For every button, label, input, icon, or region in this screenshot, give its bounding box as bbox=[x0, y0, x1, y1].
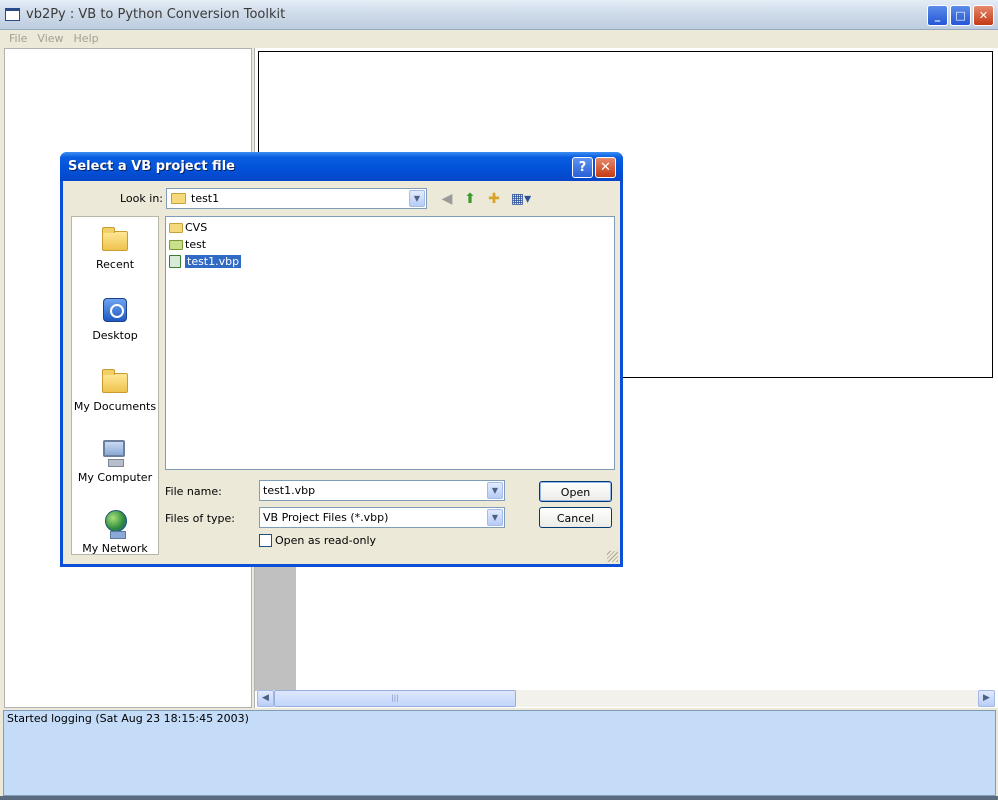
log-line: Started logging (Sat Aug 23 18:15:45 200… bbox=[7, 712, 249, 725]
my-network-icon bbox=[105, 510, 127, 539]
back-icon[interactable]: ◀ bbox=[437, 190, 457, 208]
look-in-dropdown[interactable]: test1 ▼ bbox=[166, 188, 427, 209]
menu-bar: File View Help bbox=[0, 30, 998, 48]
recent-folder-icon bbox=[102, 227, 128, 251]
place-my-computer[interactable]: My Computer bbox=[72, 438, 158, 484]
app-title: vb2Py : VB to Python Conversion Toolkit bbox=[26, 7, 286, 22]
resize-grip[interactable] bbox=[607, 551, 618, 562]
files-of-type-value: VB Project Files (*.vbp) bbox=[263, 511, 389, 524]
place-recent[interactable]: Recent bbox=[72, 225, 158, 271]
horizontal-scrollbar[interactable]: ◀ ||| ▶ bbox=[257, 690, 995, 707]
place-my-network[interactable]: My Network bbox=[72, 509, 158, 555]
file-name: test1.vbp bbox=[185, 255, 242, 268]
line-gutter bbox=[255, 563, 296, 691]
look-in-value: test1 bbox=[191, 192, 220, 205]
app-titlebar[interactable]: vb2Py : VB to Python Conversion Toolkit … bbox=[0, 0, 998, 30]
files-of-type-label: Files of type: bbox=[165, 512, 236, 525]
place-label: My Documents bbox=[73, 400, 157, 413]
menu-file[interactable]: File bbox=[0, 30, 32, 47]
dialog-titlebar[interactable]: Select a VB project file ? ✕ bbox=[60, 152, 623, 181]
up-folder-icon[interactable]: ⬆ bbox=[460, 190, 480, 208]
scroll-thumb[interactable]: ||| bbox=[274, 690, 516, 707]
new-folder-icon[interactable]: ✚ bbox=[484, 190, 504, 208]
read-only-label: Open as read-only bbox=[275, 534, 377, 547]
folder-icon bbox=[169, 240, 183, 250]
close-button[interactable]: ✕ bbox=[973, 5, 994, 26]
my-computer-icon bbox=[103, 440, 125, 467]
file-name-value: test1.vbp bbox=[263, 484, 316, 497]
chevron-down-icon[interactable]: ▼ bbox=[487, 482, 503, 499]
maximize-button[interactable]: □ bbox=[950, 5, 971, 26]
place-label: My Computer bbox=[77, 471, 153, 484]
folder-icon bbox=[169, 223, 183, 233]
dialog-close-button[interactable]: ✕ bbox=[595, 157, 616, 178]
taskbar-edge bbox=[0, 796, 998, 800]
place-label: Recent bbox=[95, 258, 135, 271]
read-only-checkbox[interactable] bbox=[259, 534, 272, 547]
vb-project-file-icon bbox=[169, 255, 181, 268]
file-item-test[interactable]: test bbox=[168, 237, 206, 253]
file-name-label: File name: bbox=[165, 485, 222, 498]
dialog-title: Select a VB project file bbox=[68, 159, 235, 174]
folder-icon bbox=[171, 193, 186, 204]
chevron-down-icon[interactable]: ▼ bbox=[487, 509, 503, 526]
help-button[interactable]: ? bbox=[572, 157, 593, 178]
desktop-icon bbox=[103, 298, 127, 322]
file-item-cvs[interactable]: CVS bbox=[168, 220, 207, 236]
files-of-type-dropdown[interactable]: VB Project Files (*.vbp) ▼ bbox=[259, 507, 505, 528]
file-name: test bbox=[185, 238, 207, 251]
place-my-documents[interactable]: My Documents bbox=[72, 367, 158, 413]
scroll-right-button[interactable]: ▶ bbox=[978, 690, 995, 707]
menu-view[interactable]: View bbox=[32, 30, 68, 47]
app-window-icon bbox=[5, 8, 20, 21]
place-label: Desktop bbox=[92, 329, 138, 342]
minimize-button[interactable]: _ bbox=[927, 5, 948, 26]
view-menu-icon[interactable]: ▦▾ bbox=[508, 190, 534, 208]
place-label: My Network bbox=[82, 542, 148, 555]
file-name-field[interactable]: test1.vbp ▼ bbox=[259, 480, 505, 501]
places-bar: Recent Desktop My Documents My Computer … bbox=[71, 216, 159, 555]
open-button[interactable]: Open bbox=[539, 481, 612, 502]
file-name: CVS bbox=[185, 221, 208, 234]
log-panel[interactable]: Started logging (Sat Aug 23 18:15:45 200… bbox=[3, 710, 996, 796]
my-documents-icon bbox=[102, 369, 128, 393]
place-desktop[interactable]: Desktop bbox=[72, 296, 158, 342]
file-list[interactable]: CVS test test1.vbp bbox=[165, 216, 615, 470]
file-item-test1-vbp[interactable]: test1.vbp bbox=[168, 254, 242, 270]
chevron-down-icon[interactable]: ▼ bbox=[409, 190, 425, 207]
open-file-dialog: Select a VB project file ? ✕ Look in: te… bbox=[60, 152, 623, 567]
menu-help[interactable]: Help bbox=[69, 30, 104, 47]
scroll-left-button[interactable]: ◀ bbox=[257, 690, 274, 707]
cancel-button[interactable]: Cancel bbox=[539, 507, 612, 528]
look-in-label: Look in: bbox=[120, 192, 163, 205]
